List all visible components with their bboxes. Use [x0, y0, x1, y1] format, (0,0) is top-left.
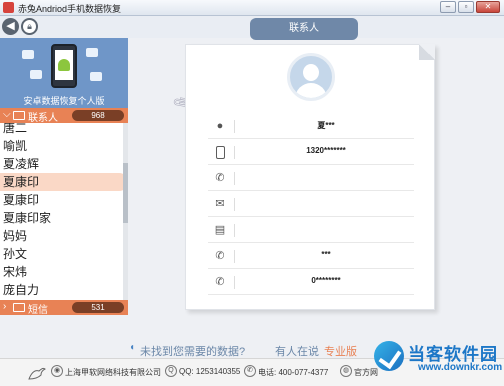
window-title: 赤兔Andriod手机数据恢复: [18, 4, 122, 14]
detail-row-extra1: ✆ ***: [208, 244, 414, 269]
list-item[interactable]: 孙文: [0, 245, 128, 263]
phone-illustration: [51, 44, 77, 88]
message-icon: [86, 48, 98, 57]
person-icon: ●: [216, 120, 224, 132]
maximize-button[interactable]: ▫: [458, 1, 474, 13]
detail-row-email: ✉: [208, 192, 414, 217]
list-item[interactable]: 妈妈: [0, 227, 128, 245]
list-item[interactable]: 喻凯: [0, 137, 128, 155]
contact-list-scrollbar[interactable]: [123, 123, 128, 300]
email-icon: ✉: [215, 198, 225, 210]
phone-icon: ✆: [215, 172, 225, 184]
contacts-section-header[interactable]: ⌵ 联系人 968: [0, 108, 128, 124]
page-fold: [419, 44, 435, 60]
list-item-selected[interactable]: 夏康印: [0, 173, 128, 191]
contacts-icon: [13, 111, 25, 120]
downkr-logo-icon: [374, 341, 404, 371]
minimize-button[interactable]: –: [440, 1, 456, 13]
list-item[interactable]: 夏凌辉: [0, 155, 128, 173]
detail-row-name: ● 夏***: [208, 114, 414, 139]
lock-icon[interactable]: 🔒︎: [21, 18, 38, 35]
footer-qq: QQ: 1253140355: [179, 367, 241, 376]
product-banner: 安卓数据恢复个人版: [0, 38, 128, 108]
list-item[interactable]: 庞自力: [0, 281, 128, 299]
hint-text-2: 有人在说: [275, 346, 319, 358]
message-icon: [30, 70, 42, 79]
message-icon: [22, 50, 34, 59]
phone-extra-icon: ✆: [215, 276, 225, 288]
contact-extra2: 0********: [311, 276, 341, 285]
contact-detail-card: ● 夏*** 1320******* ✆ ✉ ▤ ✆ *** ✆ 0******…: [185, 44, 435, 310]
detail-row-card: ▤: [208, 218, 414, 243]
title-bar: 赤兔Andriod手机数据恢复 – ▫ ✕: [0, 0, 504, 16]
contact-list: 唐二 喻凯 夏凌辉 夏康印 夏康印 夏康印家 妈妈 孙文 宋炜 庞自力: [0, 123, 128, 300]
contact-name: 夏***: [317, 121, 335, 130]
footer-company: 上海甲软网络科技有限公司: [65, 368, 161, 377]
hint-text[interactable]: 未找到您需要的数据?: [140, 343, 245, 359]
rabbit-logo-icon: [28, 367, 46, 380]
android-icon: [58, 59, 70, 71]
phone-icon: ✆: [244, 365, 256, 377]
globe-icon: ◍: [340, 365, 352, 377]
contacts-section-label: 联系人: [28, 113, 58, 124]
pro-version-link[interactable]: 专业版: [324, 343, 357, 359]
sms-icon: [13, 303, 25, 312]
list-item[interactable]: 夏康印家: [0, 209, 128, 227]
sms-section-header[interactable]: › 短信 531: [0, 300, 128, 316]
qq-icon: Q: [165, 365, 177, 377]
watermark: 当客软件园 www.downkr.com: [372, 338, 504, 384]
contacts-count-badge: 968: [72, 110, 124, 121]
phone-extra-icon: ✆: [215, 250, 225, 262]
chevron-right-icon: ›: [3, 301, 7, 312]
message-icon: [90, 72, 102, 81]
list-item[interactable]: 宋炜: [0, 263, 128, 281]
sms-count-badge: 531: [72, 302, 124, 313]
watermark-url: www.downkr.com: [418, 362, 503, 373]
chevron-down-icon: ⌵: [3, 109, 11, 120]
company-icon: ◉: [51, 365, 63, 377]
sms-section-label: 短信: [28, 305, 48, 316]
window-controls: – ▫ ✕: [440, 1, 500, 13]
back-arrow-icon[interactable]: ◀: [2, 18, 19, 35]
scrollbar-thumb[interactable]: [123, 163, 128, 223]
detail-row-phone: ✆: [208, 166, 414, 191]
footer-phone: 电话: 400-077-4377: [258, 368, 329, 377]
list-item[interactable]: 夏康印: [0, 191, 128, 209]
list-item[interactable]: 唐二: [0, 123, 128, 137]
app-icon: [3, 2, 14, 13]
contact-extra1: ***: [321, 250, 331, 259]
avatar: [287, 53, 335, 101]
contact-mobile: 1320*******: [306, 146, 346, 155]
tab-contacts[interactable]: 联系人: [250, 18, 358, 40]
mobile-phone-icon: [216, 146, 225, 159]
close-button[interactable]: ✕: [476, 1, 500, 13]
contact-card-icon: ▤: [214, 224, 226, 236]
help-icon: ◖: [129, 342, 136, 353]
detail-row-mobile: 1320*******: [208, 140, 414, 165]
banner-label: 安卓数据恢复个人版: [23, 96, 105, 106]
detail-row-extra2: ✆ 0********: [208, 270, 414, 295]
